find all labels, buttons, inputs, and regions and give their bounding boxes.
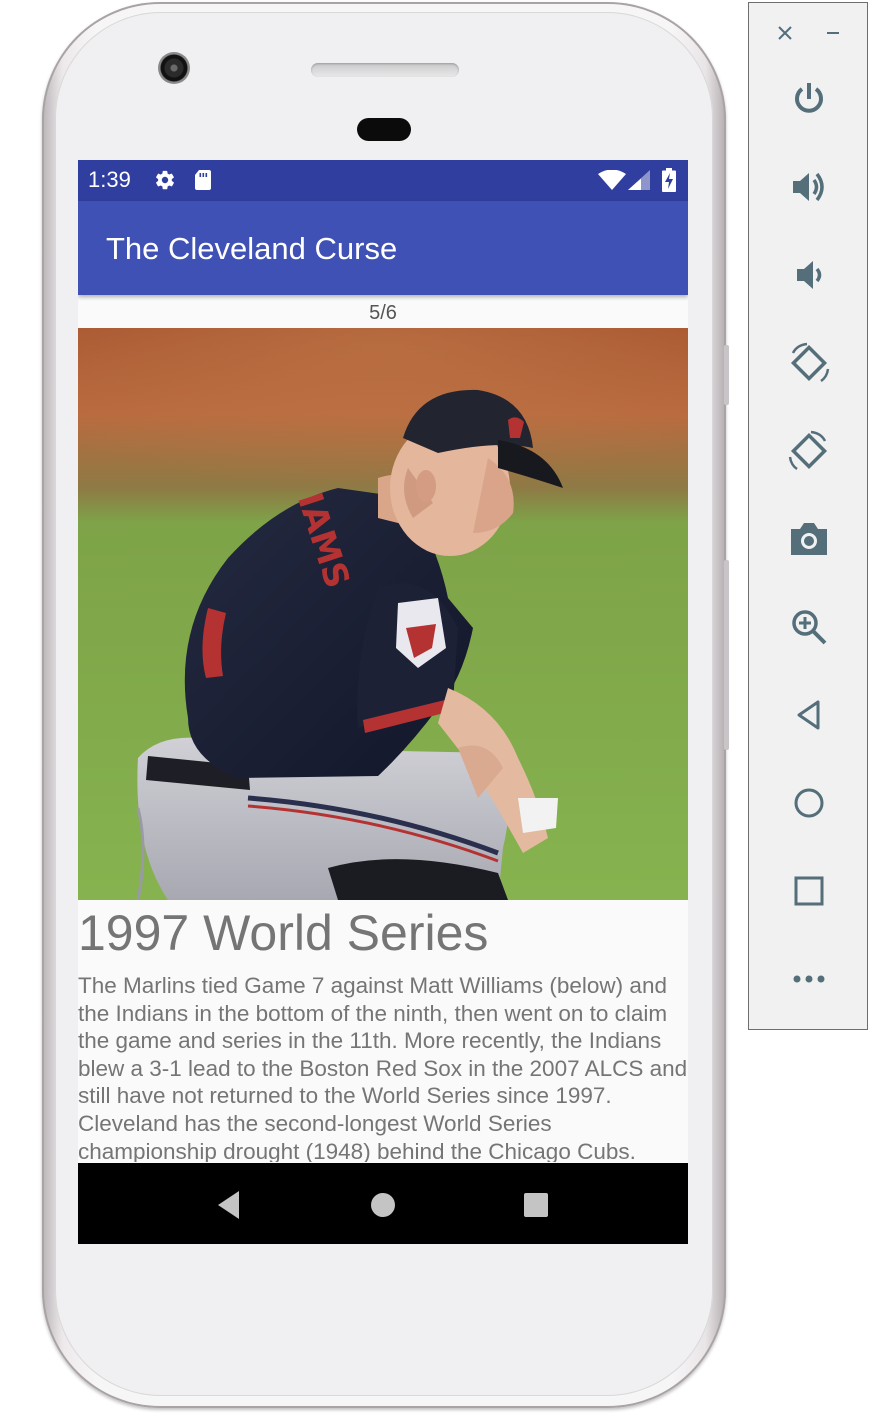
- phone-side-button: [724, 345, 729, 405]
- power-icon[interactable]: [783, 73, 835, 125]
- slide-heading: 1997 World Series: [78, 905, 489, 961]
- more-icon[interactable]: [783, 953, 835, 1005]
- app-title: The Cleveland Curse: [106, 231, 398, 266]
- system-nav-bar: [78, 1163, 688, 1244]
- slide-photo: IAMS: [78, 328, 688, 900]
- baseball-player-photo: IAMS: [78, 328, 688, 900]
- settings-icon: [154, 169, 176, 195]
- close-icon[interactable]: [773, 21, 797, 45]
- status-bar: 1:39: [78, 160, 688, 201]
- overview-icon[interactable]: [783, 865, 835, 917]
- minimize-icon[interactable]: [821, 21, 845, 45]
- zoom-icon[interactable]: [783, 601, 835, 653]
- rotate-left-icon[interactable]: [783, 337, 835, 389]
- wifi-icon: [598, 169, 626, 194]
- front-camera: [158, 52, 190, 84]
- back-icon[interactable]: [783, 689, 835, 741]
- volume-up-icon[interactable]: [783, 161, 835, 213]
- home-icon[interactable]: [783, 777, 835, 829]
- sd-card-icon: [193, 169, 213, 195]
- device-screen: 1:39 The Cleveland Curse 5/6 IAMS 1997 W…: [78, 160, 688, 1244]
- battery-charging-icon: [662, 168, 676, 196]
- back-icon[interactable]: [213, 1188, 247, 1222]
- cell-signal-icon: [628, 170, 650, 194]
- volume-down-icon[interactable]: [783, 249, 835, 301]
- recents-icon[interactable]: [519, 1188, 553, 1222]
- slide-body-text: The Marlins tied Game 7 against Matt Wil…: [78, 973, 688, 1162]
- rotate-right-icon[interactable]: [783, 425, 835, 477]
- earpiece-speaker: [311, 63, 459, 77]
- app-bar: The Cleveland Curse: [78, 201, 688, 295]
- status-time: 1:39: [88, 167, 131, 192]
- emulator-toolbar: [748, 2, 868, 1030]
- phone-side-button: [724, 560, 729, 750]
- slide-counter: 5/6: [369, 302, 397, 324]
- proximity-sensor: [357, 118, 411, 141]
- camera-icon[interactable]: [783, 513, 835, 565]
- home-icon[interactable]: [366, 1188, 400, 1222]
